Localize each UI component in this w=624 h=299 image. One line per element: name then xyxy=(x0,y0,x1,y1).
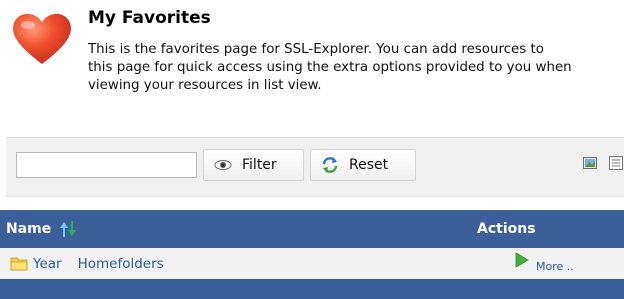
description-line: This is the favorites page for SSL-Explo… xyxy=(88,42,544,57)
description-line: this page for quick access using the ext… xyxy=(88,60,572,75)
reset-button-label: Reset xyxy=(349,157,389,173)
eye-icon xyxy=(214,160,232,170)
description-line: viewing your resources in list view. xyxy=(88,78,322,93)
table-row: Year Homefolders More .. xyxy=(0,248,624,279)
play-icon[interactable] xyxy=(515,252,529,268)
reset-button[interactable]: Reset xyxy=(310,149,416,181)
filter-toolbar: Filter Reset xyxy=(6,137,624,197)
refresh-icon xyxy=(322,157,338,173)
sort-icon[interactable] xyxy=(60,220,76,238)
resource-name-part: Year xyxy=(33,256,62,272)
icon-view-icon[interactable] xyxy=(583,156,597,170)
filter-button[interactable]: Filter xyxy=(203,149,304,181)
page-title: My Favorites xyxy=(88,8,211,28)
column-header-actions: Actions xyxy=(477,221,536,237)
table-header: Name Actions xyxy=(0,210,624,248)
filter-button-label: Filter xyxy=(242,157,277,173)
more-actions-link[interactable]: More .. xyxy=(536,260,574,273)
page-header: My Favorites This is the favorites page … xyxy=(0,0,624,120)
heart-icon xyxy=(13,13,71,65)
column-header-name[interactable]: Name xyxy=(6,221,51,237)
resource-name-part: Homefolders xyxy=(77,256,164,272)
filter-input[interactable] xyxy=(16,152,197,178)
list-view-icon[interactable] xyxy=(609,156,623,170)
resource-name-link[interactable]: Year Homefolders xyxy=(33,256,164,272)
page-description: This is the favorites page for SSL-Explo… xyxy=(88,41,624,95)
table-footer xyxy=(0,279,624,299)
folder-icon xyxy=(10,257,28,271)
